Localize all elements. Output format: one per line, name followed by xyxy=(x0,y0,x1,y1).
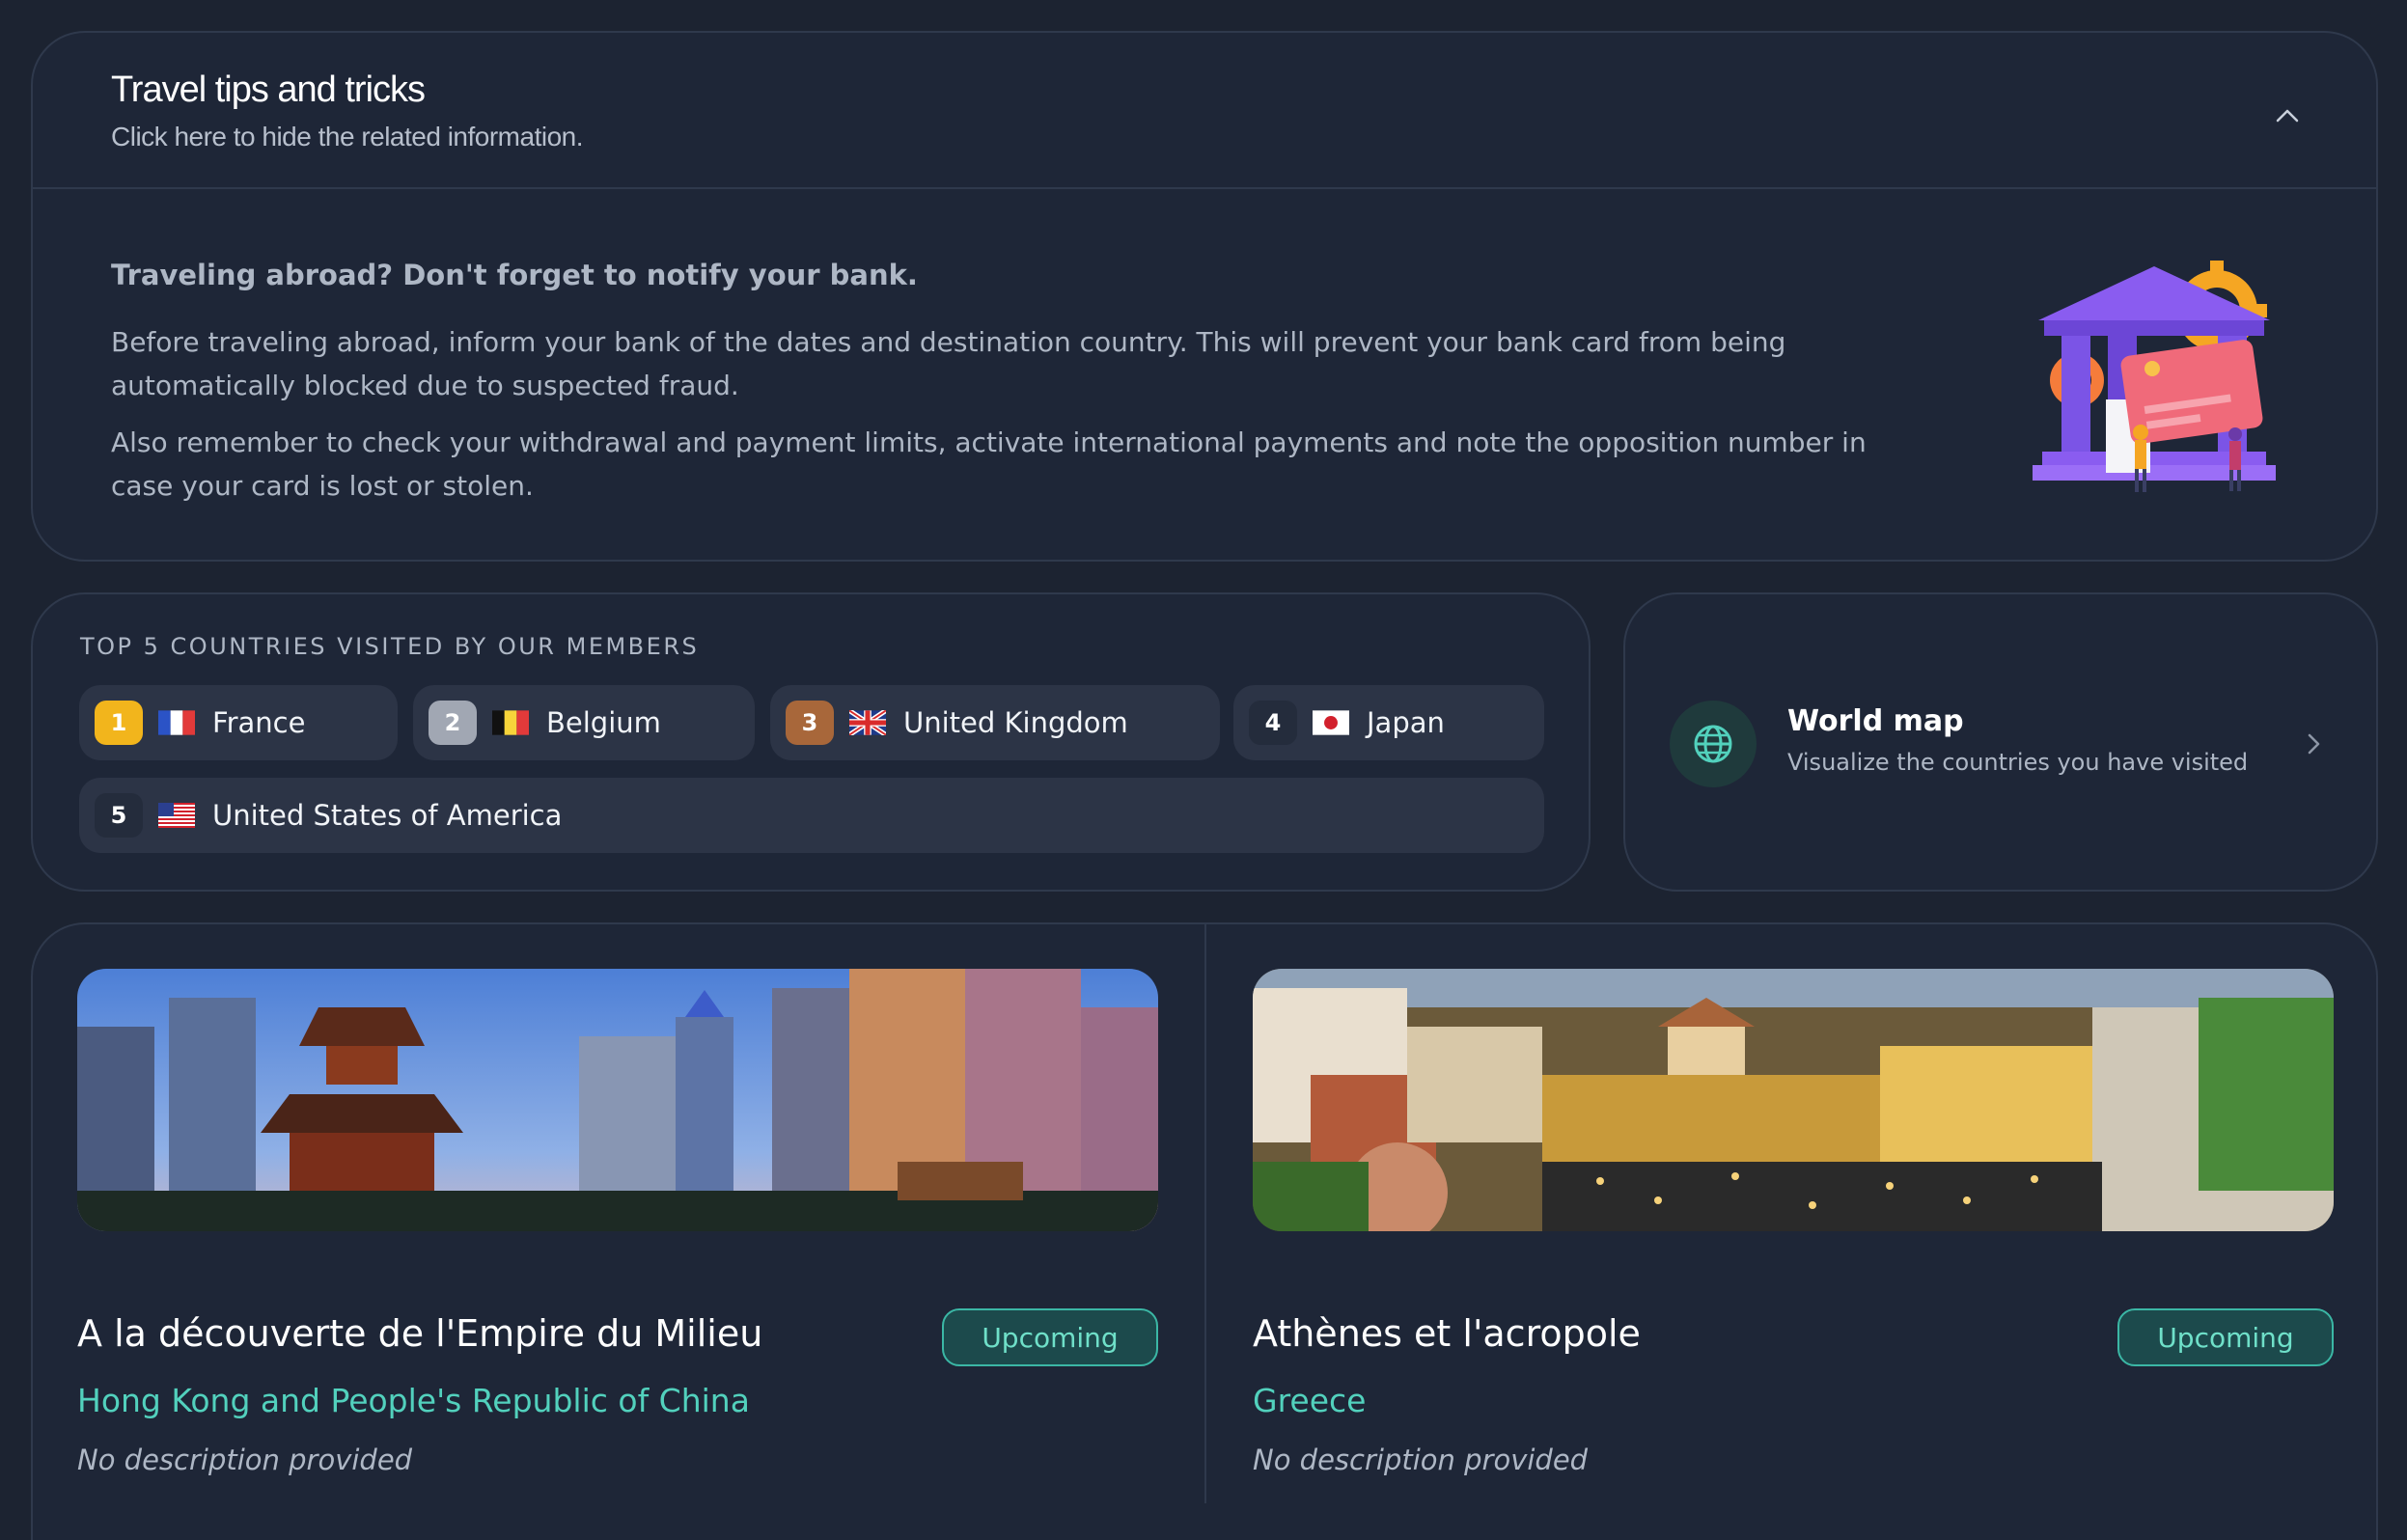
country-name: Belgium xyxy=(546,706,661,739)
japan-flag-icon xyxy=(1313,710,1349,735)
rank-badge: 5 xyxy=(95,793,143,838)
chevron-right-icon xyxy=(2308,733,2320,755)
country-chip-united-kingdom[interactable]: 3 United Kingdom xyxy=(770,685,1220,760)
top-countries-card: TOP 5 COUNTRIES VISITED BY OUR MEMBERS 1… xyxy=(31,592,1591,892)
country-name: United Kingdom xyxy=(903,706,1128,739)
world-map-subtitle: Visualize the countries you have visited xyxy=(1787,749,2249,776)
country-chip-usa[interactable]: 5 United States of America xyxy=(79,778,1544,853)
trip-location: Greece xyxy=(1253,1382,1367,1419)
trip-image-athens xyxy=(1253,969,2334,1231)
country-name: Japan xyxy=(1367,706,1445,739)
trip-card[interactable]: A la découverte de l'Empire du Milieu Up… xyxy=(77,969,1158,1490)
trip-image-china xyxy=(77,969,1158,1231)
travel-tips-title: Travel tips and tricks xyxy=(111,69,426,110)
country-chip-japan[interactable]: 4 Japan xyxy=(1233,685,1544,760)
trip-card[interactable]: Athènes et l'acropole Upcoming Greece No… xyxy=(1253,969,2334,1490)
travel-tips-card: Travel tips and tricks Click here to hid… xyxy=(31,31,2378,562)
travel-tips-header[interactable]: Travel tips and tricks Click here to hid… xyxy=(33,33,2376,189)
status-badge: Upcoming xyxy=(2117,1308,2334,1366)
trips-divider xyxy=(1204,924,1206,1503)
trip-title: Athènes et l'acropole xyxy=(1253,1312,1641,1355)
rank-badge: 3 xyxy=(786,701,834,745)
country-name: United States of America xyxy=(212,799,563,832)
trips-card: A la découverte de l'Empire du Milieu Up… xyxy=(31,922,2378,1540)
trip-description: No description provided xyxy=(77,1444,413,1476)
travel-tips-subtitle: Click here to hide the related informati… xyxy=(111,122,584,151)
tip-paragraph-1: Before traveling abroad, inform your ban… xyxy=(111,326,1786,401)
rank-badge: 4 xyxy=(1249,701,1297,745)
tip-paragraph-2: Also remember to check your withdrawal a… xyxy=(111,426,1867,502)
top-countries-label: TOP 5 COUNTRIES VISITED BY OUR MEMBERS xyxy=(80,633,700,660)
bank-card-illustration xyxy=(2033,261,2276,492)
rank-badge: 2 xyxy=(429,701,477,745)
globe-icon xyxy=(1694,725,1732,763)
trip-description: No description provided xyxy=(1253,1444,1589,1476)
world-map-card[interactable]: World map Visualize the countries you ha… xyxy=(1623,592,2378,892)
usa-flag-icon xyxy=(158,803,195,828)
rank-badge: 1 xyxy=(95,701,143,745)
france-flag-icon xyxy=(158,710,195,735)
trip-location: Hong Kong and People's Republic of China xyxy=(77,1382,750,1419)
chevron-up-icon[interactable] xyxy=(2270,98,2305,133)
trip-title: A la découverte de l'Empire du Milieu xyxy=(77,1312,763,1355)
country-name: France xyxy=(212,706,306,739)
country-chip-france[interactable]: 1 France xyxy=(79,685,398,760)
belgium-flag-icon xyxy=(492,710,529,735)
world-map-title: World map xyxy=(1787,704,1964,738)
globe-icon-container xyxy=(1670,701,1757,787)
tip-heading: Traveling abroad? Don't forget to notify… xyxy=(111,259,918,291)
country-chip-belgium[interactable]: 2 Belgium xyxy=(413,685,755,760)
status-badge: Upcoming xyxy=(942,1308,1158,1366)
uk-flag-icon xyxy=(849,710,886,735)
